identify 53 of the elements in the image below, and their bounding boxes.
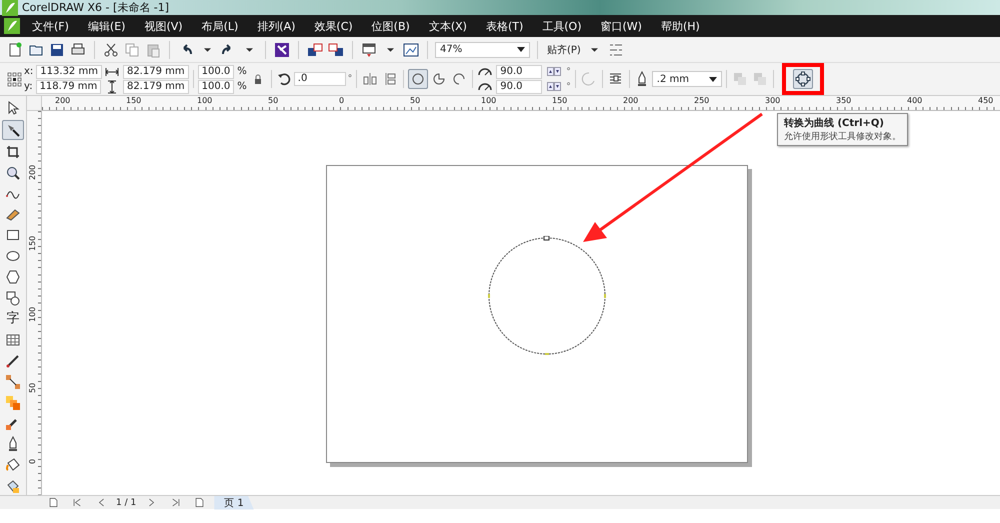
menu-item[interactable]: 排列(A) [257, 18, 296, 34]
ruler-label: 150 [126, 96, 142, 105]
page-tab[interactable]: 页 1 [214, 496, 254, 510]
y-label: y: [24, 81, 33, 92]
ruler-label: 250 [694, 96, 710, 105]
scale-x-field[interactable]: 100.0 [198, 64, 234, 78]
menu-item[interactable]: 表格(T) [486, 18, 524, 34]
menu-item[interactable]: 视图(V) [144, 18, 183, 34]
window-title: CorelDRAW X6 - [未命名 -1] [22, 0, 170, 15]
tooltip-title: 转换为曲线 (Ctrl+Q) [784, 116, 885, 130]
x-label: x: [24, 66, 34, 77]
ruler-label: 400 [907, 96, 922, 105]
snap-to-dropdown[interactable]: 贴齐(P) [545, 42, 583, 56]
ruler-label: 200 [55, 96, 70, 105]
tooltip-description: 允许使用形状工具修改对象。 [784, 130, 901, 143]
menu-item[interactable]: 工具(O) [542, 18, 582, 34]
ruler-label: 100 [197, 96, 212, 105]
ruler-label: 50 [410, 96, 420, 105]
start-angle-field[interactable]: 90.0 [496, 64, 542, 78]
ruler-label: 150 [552, 96, 568, 105]
menu-item[interactable]: 文本(X) [428, 18, 467, 34]
height-field[interactable]: 82.179 mm [122, 80, 189, 94]
degree-sign: ° [348, 74, 352, 84]
text-tool[interactable]: 字 [3, 310, 23, 328]
ruler-label: 300 [765, 96, 780, 105]
ruler-label: 50 [28, 382, 37, 393]
ruler-label: 450 [978, 96, 994, 105]
ruler-label: 200 [623, 96, 638, 105]
end-angle-field[interactable]: 90.0 [496, 80, 542, 94]
scale-y-field[interactable]: 100.0 [198, 80, 234, 94]
menu-item[interactable]: 布局(L) [202, 18, 238, 34]
width-field[interactable]: 82.179 mm [122, 64, 189, 78]
menu-item[interactable]: 窗口(W) [600, 18, 642, 34]
ruler-label: 50 [268, 96, 278, 105]
outline-width-dropdown[interactable]: .2 mm [652, 71, 722, 87]
percent-sign: % [237, 66, 247, 77]
degree-sign: ° [566, 66, 571, 76]
menu-item[interactable]: 编辑(E) [88, 18, 126, 34]
ruler-label: 0 [28, 458, 37, 464]
zoom-level-dropdown[interactable]: 47% [435, 42, 530, 58]
x-position-field[interactable]: 113.32 mm [36, 64, 102, 78]
rotation-field[interactable]: .0 [294, 72, 346, 86]
menu-item[interactable]: 位图(B) [372, 18, 410, 34]
menu-item[interactable]: 效果(C) [314, 18, 353, 34]
ruler-label: 350 [836, 96, 852, 105]
y-position-field[interactable]: 118.79 mm [36, 80, 102, 94]
page-count: 1 / 1 [116, 498, 136, 508]
ruler-label: 100 [481, 96, 496, 105]
ruler-label: 0 [339, 96, 344, 105]
menu-item[interactable]: 文件(F) [32, 18, 69, 34]
percent-sign: % [237, 81, 247, 92]
menu-item[interactable]: 帮助(H) [660, 18, 700, 34]
degree-sign: ° [566, 82, 571, 92]
